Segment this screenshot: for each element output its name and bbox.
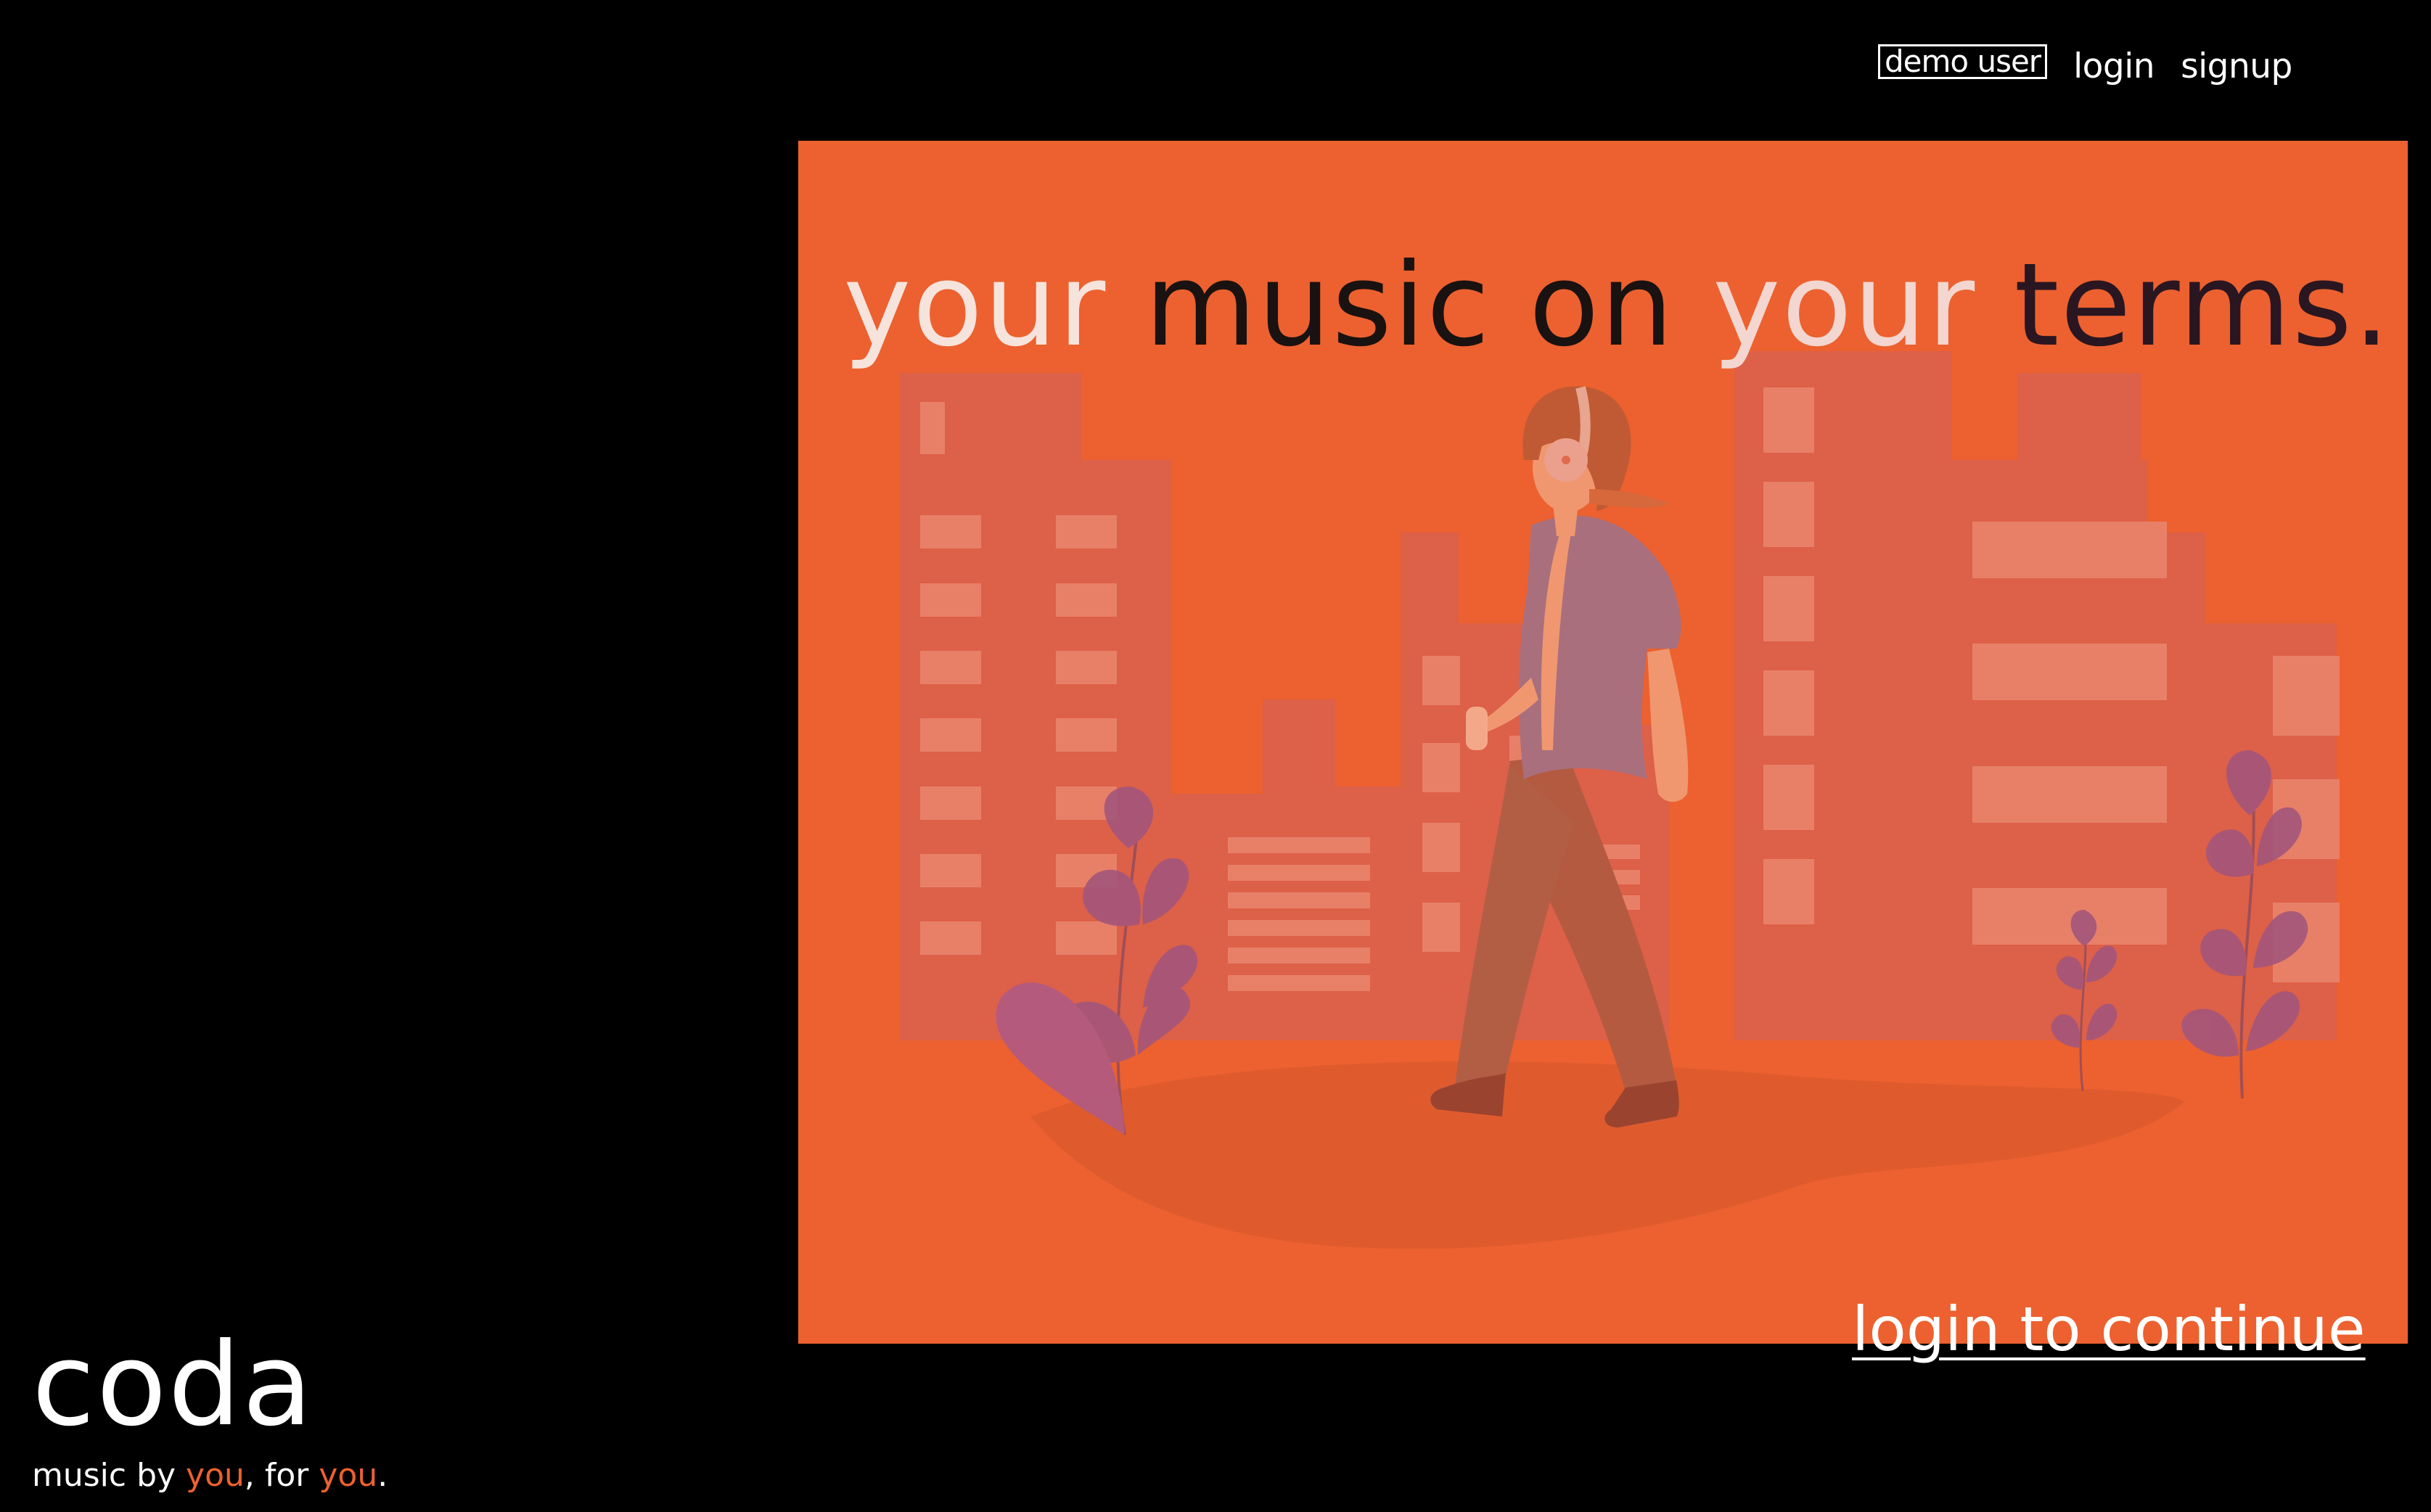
headline-word-2: music: [1144, 239, 1491, 372]
top-nav: demo user login signup: [1878, 41, 2292, 91]
headline-word-1: your: [843, 239, 1107, 372]
tagline-part2: , for: [244, 1457, 319, 1494]
tagline-part1: music by: [32, 1457, 186, 1494]
tagline: music by you, for you.: [32, 1457, 388, 1494]
hero-headline: your music on your terms.: [843, 248, 2391, 363]
headline-word-5: terms.: [2014, 239, 2392, 372]
login-to-continue-link[interactable]: login to continue: [1852, 1294, 2366, 1365]
headline-word-3: on: [1528, 239, 1675, 372]
hero-banner: your music on your terms.: [798, 141, 2408, 1344]
signup-link[interactable]: signup: [2181, 46, 2292, 86]
headline-word-4: your: [1712, 239, 1977, 372]
tagline-end: .: [377, 1457, 388, 1494]
login-link[interactable]: login: [2073, 46, 2155, 86]
tagline-you2: you: [319, 1457, 378, 1494]
tagline-you1: you: [186, 1457, 245, 1494]
logo: coda: [32, 1318, 314, 1452]
demo-user-button[interactable]: demo user: [1878, 44, 2048, 79]
brand-block: coda music by you, for you.: [32, 1328, 388, 1494]
